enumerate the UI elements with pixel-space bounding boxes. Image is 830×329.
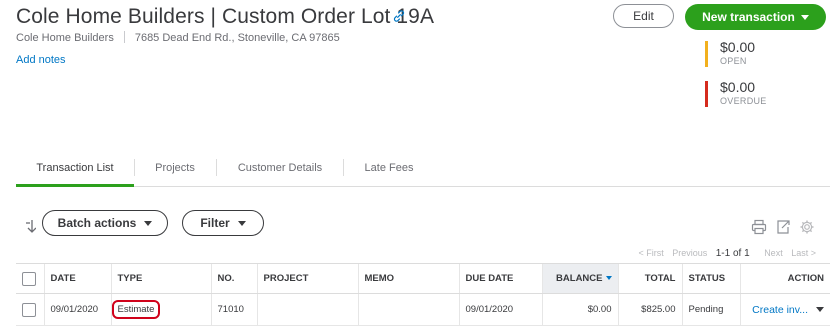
select-all-cell xyxy=(16,263,44,294)
chevron-down-icon[interactable] xyxy=(816,306,824,312)
cell-memo xyxy=(357,293,459,326)
cell-no: 71010 xyxy=(210,293,257,326)
table-header-row: DATE TYPE NO. PROJECT MEMO DUE DATE BALA… xyxy=(16,263,830,294)
transaction-table: DATE TYPE NO. PROJECT MEMO DUE DATE BALA… xyxy=(16,263,830,326)
edit-button[interactable]: Edit xyxy=(613,4,674,28)
tab-transaction-list[interactable]: Transaction List xyxy=(16,150,134,187)
create-invoice-link[interactable]: Create inv... xyxy=(752,304,808,316)
overdue-indicator-bar xyxy=(705,81,708,107)
cell-total: $825.00 xyxy=(617,293,682,326)
table-row[interactable]: 09/01/2020 Estimate 71010 09/01/2020 $0.… xyxy=(16,293,830,326)
chevron-down-icon xyxy=(144,220,153,226)
customer-name: Cole Home Builders xyxy=(16,32,114,44)
column-header-project[interactable]: PROJECT xyxy=(256,263,358,294)
export-icon[interactable] xyxy=(775,219,791,235)
cell-balance: $0.00 xyxy=(541,293,618,326)
add-notes-link[interactable]: Add notes xyxy=(16,54,66,66)
row-checkbox[interactable] xyxy=(22,302,36,317)
column-header-no[interactable]: NO. xyxy=(210,263,257,294)
open-label: OPEN xyxy=(720,56,747,66)
open-amount: $0.00 xyxy=(720,39,756,55)
print-icon[interactable] xyxy=(751,219,767,235)
cell-due-date: 09/01/2020 xyxy=(458,293,542,326)
balance-header-label: BALANCE xyxy=(556,273,603,284)
row-select-cell xyxy=(16,293,44,326)
column-header-type[interactable]: TYPE xyxy=(110,263,211,294)
pager-range: 1-1 of 1 xyxy=(715,248,750,259)
chevron-down-icon xyxy=(237,220,246,226)
cell-date: 09/01/2020 xyxy=(43,293,111,326)
cell-type: Estimate xyxy=(110,293,211,326)
sort-desc-icon xyxy=(605,276,612,280)
column-header-balance[interactable]: BALANCE xyxy=(541,263,618,294)
chevron-down-icon xyxy=(800,14,809,20)
customer-subtitle: Cole Home Builders 7685 Dead End Rd., Sto… xyxy=(16,31,340,44)
open-indicator-bar xyxy=(705,41,708,67)
pager-previous[interactable]: Previous xyxy=(672,248,707,258)
filter-button[interactable]: Filter xyxy=(182,210,264,236)
pager-first[interactable]: < First xyxy=(638,248,663,258)
new-transaction-button[interactable]: New transaction xyxy=(685,4,826,30)
cell-project xyxy=(256,293,358,326)
customer-address: 7685 Dead End Rd., Stoneville, CA 97865 xyxy=(134,32,340,44)
column-header-memo[interactable]: MEMO xyxy=(357,263,459,294)
tab-late-fees[interactable]: Late Fees xyxy=(344,150,434,186)
overdue-amount: $0.00 xyxy=(720,79,756,95)
gear-icon[interactable] xyxy=(799,219,815,235)
column-header-date[interactable]: DATE xyxy=(43,263,111,294)
page-title: Cole Home Builders | Custom Order Lot 19… xyxy=(16,5,435,28)
sort-arrow-icon[interactable] xyxy=(24,219,36,235)
cell-status: Pending xyxy=(681,293,740,326)
cell-action: Create inv... xyxy=(739,293,830,326)
pager-last[interactable]: Last > xyxy=(791,248,816,258)
divider xyxy=(123,31,125,43)
filter-label: Filter xyxy=(200,216,230,230)
batch-actions-label: Batch actions xyxy=(57,216,137,230)
select-all-checkbox[interactable] xyxy=(22,271,36,286)
column-header-due-date[interactable]: DUE DATE xyxy=(458,263,542,294)
overdue-label: OVERDUE xyxy=(720,96,767,106)
type-highlight-box: Estimate xyxy=(112,300,161,319)
link-icon[interactable] xyxy=(392,9,406,23)
pager-next[interactable]: Next xyxy=(764,248,783,258)
column-header-status[interactable]: STATUS xyxy=(681,263,740,294)
tab-bar: Transaction List Projects Customer Detai… xyxy=(16,150,830,187)
new-transaction-label: New transaction xyxy=(702,10,795,24)
pagination: < First Previous 1-1 of 1 Next Last > xyxy=(632,248,816,259)
column-header-action: ACTION xyxy=(739,263,830,294)
column-header-total[interactable]: TOTAL xyxy=(617,263,682,294)
batch-actions-button[interactable]: Batch actions xyxy=(42,210,168,236)
tab-projects[interactable]: Projects xyxy=(135,150,215,186)
tab-customer-details[interactable]: Customer Details xyxy=(217,150,343,186)
